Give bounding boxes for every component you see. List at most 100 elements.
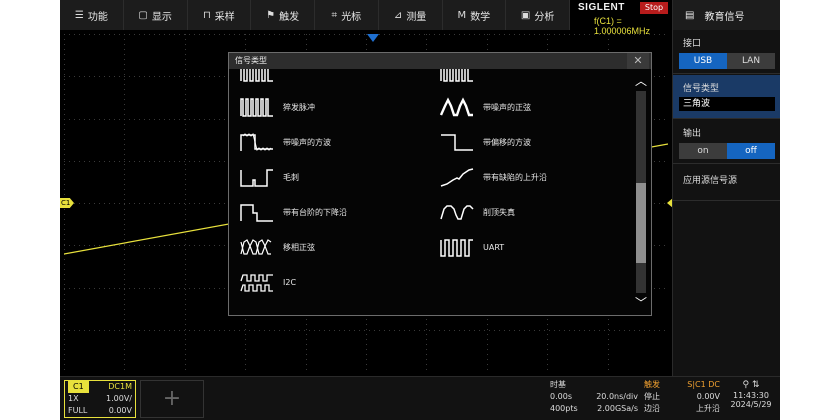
trigger-source: S|C1 DC [687, 380, 720, 389]
scroll-thumb[interactable] [636, 183, 646, 263]
signal-item-noisy-square[interactable]: 带噪声的方波 [229, 127, 429, 157]
menu-trigger[interactable]: ⚑ 触发 [251, 0, 315, 30]
frequency-readout: f(C1) = 1.000006MHz [594, 16, 651, 36]
right-panel-title: 教育信号 [704, 11, 745, 23]
clock-date: 2024/5/29 [730, 400, 772, 409]
channel1-probe: 1X [68, 394, 79, 403]
menu-label: 功能 [87, 11, 108, 23]
clock-area: ⚲ ⇅ 11:43:30 2024/5/29 [724, 379, 778, 419]
timebase-info[interactable]: 时基 0.00s 20.0ns/div 400pts 2.00GSa/s [548, 379, 640, 419]
noisy-square-icon [240, 133, 273, 151]
scroll-track[interactable] [636, 91, 646, 293]
signal-type-dialog: 信号类型 ✕ 猝发脉冲 带噪声的正弦 带噪声的方波 带偏移的方波 毛刺 带有缺陷… [228, 52, 652, 316]
offset-square-icon [441, 134, 473, 151]
defect-rising-edge-icon [440, 168, 474, 187]
clock-time: 11:43:30 [733, 391, 769, 400]
dialog-scrollbar[interactable]: ︿ ﹀ [631, 69, 651, 316]
timebase-title-row: 时基 [548, 379, 640, 391]
output-toggle: on off [679, 143, 775, 159]
signal-item-noisy-sine[interactable]: 带噪声的正弦 [429, 92, 629, 122]
clipped-sine-icon [440, 205, 474, 220]
math-icon: M [457, 9, 467, 21]
timebase-row: 400pts 2.00GSa/s [548, 403, 640, 415]
trigger-state: 停止 [644, 392, 660, 401]
brand-area: SIGLENT Stop f(C1) = 1.000006MHz [572, 0, 672, 36]
scroll-down-icon[interactable]: ﹀ [633, 297, 649, 309]
output-on-option[interactable]: on [679, 143, 727, 159]
status-icons: ⚲ ⇅ [724, 379, 778, 391]
signal-type-section[interactable]: 信号类型 三角波 [673, 75, 780, 119]
trigger-position-marker[interactable] [367, 34, 379, 42]
signal-item-label: 带噪声的方波 [283, 137, 331, 147]
menu-list-icon: ▤ [685, 9, 695, 21]
signal-type-label: 信号类型 [683, 84, 720, 94]
menu-label: 数学 [470, 11, 491, 23]
menu-cursor[interactable]: ⌗ 光标 [315, 0, 379, 30]
right-panel-header: ▤ 教育信号 [673, 0, 780, 30]
right-menu-panel: ▤ 教育信号 接口 USB LAN 信号类型 三角波 输出 on off 应用源信… [672, 0, 780, 420]
signal-type-value: 三角波 [679, 97, 775, 111]
uart-icon [440, 239, 473, 257]
signal-item-phase-shift-sine[interactable]: 移相正弦 [229, 232, 429, 262]
phase-shift-sine-icon [240, 239, 272, 255]
menu-label: 光标 [341, 11, 362, 23]
i2c-icon [240, 274, 273, 292]
signal-item-label: 带偏移的方波 [483, 137, 531, 147]
bottom-status-bar: C1 DC1M 1X 1.00V/ FULL 0.00V + 时基 0.00s 20.0… [60, 376, 780, 420]
timebase-delay: 0.00s [550, 392, 572, 401]
signal-item-step-falling-edge[interactable]: 带有台阶的下降沿 [229, 197, 429, 227]
menu-label: 显示 [151, 11, 172, 23]
timebase-scale: 20.0ns/div [596, 392, 638, 401]
run-state-badge[interactable]: Stop [640, 2, 668, 14]
noisy-sine-icon [439, 97, 473, 117]
menu-analysis[interactable]: ▣ 分析 [506, 0, 570, 30]
interface-label: 接口 [683, 39, 702, 49]
menu-math[interactable]: M 数学 [443, 0, 507, 30]
menu-display[interactable]: ▢ 显示 [124, 0, 188, 30]
output-off-option[interactable]: off [727, 143, 775, 159]
timebase-rate: 2.00GSa/s [597, 404, 638, 413]
signal-item-pulse-train[interactable] [429, 69, 629, 87]
add-channel-button[interactable]: + [140, 380, 204, 418]
acquire-icon: ⊓ [202, 9, 211, 21]
apply-source-button[interactable]: 应用源信号源 [673, 165, 780, 186]
menu-function[interactable]: ☰ 功能 [60, 0, 124, 30]
dialog-close-button[interactable]: ✕ [627, 53, 649, 69]
interface-toggle: USB LAN [679, 53, 775, 69]
network-icon: ⇅ [751, 380, 760, 390]
flag-icon: ⚑ [266, 9, 276, 21]
apply-section[interactable]: 应用源信号源 [673, 165, 780, 201]
channel1-offset: 0.00V [108, 406, 132, 415]
signal-item-offset-square[interactable]: 带偏移的方波 [429, 127, 629, 157]
burst-icon [240, 69, 273, 82]
interface-lan-option[interactable]: LAN [727, 53, 775, 69]
menu-measure[interactable]: ⊿ 测量 [379, 0, 443, 30]
signal-item-i2c[interactable]: I2C [229, 267, 429, 297]
signal-item-defect-rising-edge[interactable]: 带有缺陷的上升沿 [429, 162, 629, 192]
scroll-up-icon[interactable]: ︿ [633, 75, 649, 87]
channel1-info-box[interactable]: C1 DC1M 1X 1.00V/ FULL 0.00V [64, 380, 136, 418]
timebase-points: 400pts [550, 404, 578, 413]
trigger-type: 边沿 [644, 404, 660, 413]
signal-item-burst-pulse[interactable]: 猝发脉冲 [229, 92, 429, 122]
output-label: 输出 [683, 129, 702, 139]
menu-acquire[interactable]: ⊓ 采样 [188, 0, 252, 30]
signal-item-glitch[interactable]: 毛刺 [229, 162, 429, 192]
cursor-icon: ⌗ [331, 9, 338, 21]
display-icon: ▢ [138, 9, 148, 21]
signal-item-clipped-sine[interactable]: 削顶失真 [429, 197, 629, 227]
signal-item-uart[interactable]: UART [429, 232, 629, 262]
signal-item-burst[interactable] [229, 69, 429, 87]
glitch-icon [240, 169, 273, 187]
interface-section: 接口 USB LAN [673, 30, 780, 74]
channel1-row: 1X 1.00V/ [65, 393, 135, 405]
interface-usb-option[interactable]: USB [679, 53, 727, 69]
channel1-bandwidth: FULL [68, 406, 88, 415]
menu-label: 测量 [406, 11, 427, 23]
oscilloscope-screen: ☰ 功能 ▢ 显示 ⊓ 采样 ⚑ 触发 ⌗ 光标 ⊿ 测量 M 数学 ▣ 分析 SIGLENT … [60, 0, 780, 420]
channel1-scale: 1.00V/ [106, 394, 132, 403]
trigger-info[interactable]: 触发 S|C1 DC 停止 0.00V 边沿 上升沿 [642, 379, 722, 419]
timebase-title: 时基 [550, 380, 566, 389]
brand-logo: SIGLENT [578, 2, 625, 13]
signal-item-label: 毛刺 [283, 172, 299, 182]
